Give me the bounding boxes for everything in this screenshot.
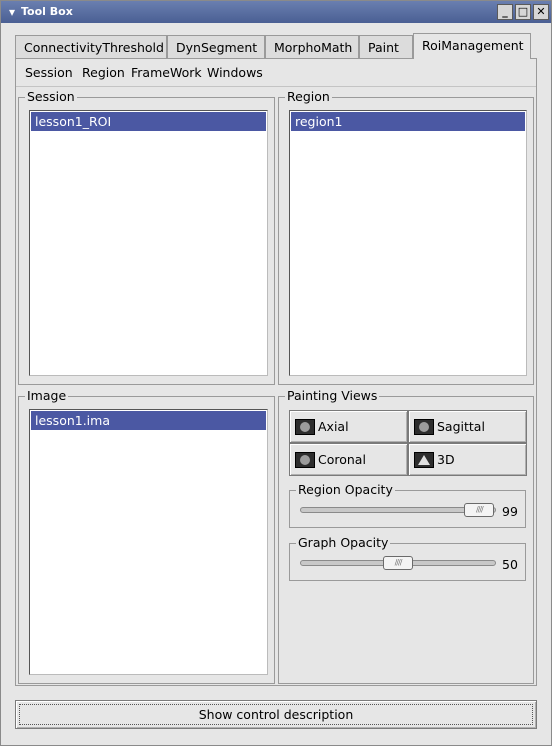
tab-connectivity-threshold[interactable]: ConnectivityThreshold bbox=[15, 35, 167, 59]
sagittal-view-label: Sagittal bbox=[437, 419, 485, 434]
toolbox-window: ▾ Tool Box _ □ ✕ ConnectivityThreshold D… bbox=[0, 0, 552, 746]
tab-roi-management[interactable]: RoiManagement bbox=[413, 33, 531, 59]
graph-opacity-group: Graph Opacity //// 50 bbox=[289, 535, 526, 581]
region-opacity-group: Region Opacity //// 99 bbox=[289, 482, 526, 528]
image-list[interactable]: lesson1.ima bbox=[29, 409, 268, 675]
axial-view-button[interactable]: Axial bbox=[289, 410, 408, 443]
menu-session[interactable]: Session bbox=[25, 65, 73, 80]
list-item[interactable]: lesson1_ROI bbox=[31, 112, 266, 131]
session-group-label: Session bbox=[25, 89, 77, 105]
coronal-view-label: Coronal bbox=[318, 452, 366, 467]
3d-view-icon bbox=[414, 452, 434, 468]
menu-framework[interactable]: FrameWork bbox=[131, 65, 202, 80]
region-opacity-value: 99 bbox=[502, 504, 518, 519]
3d-view-label: 3D bbox=[437, 452, 455, 467]
region-group-label: Region bbox=[285, 89, 332, 105]
graph-opacity-slider-handle[interactable]: //// bbox=[383, 556, 413, 570]
painting-views-label: Painting Views bbox=[285, 388, 380, 404]
sagittal-view-icon bbox=[414, 419, 434, 435]
graph-opacity-value: 50 bbox=[502, 557, 518, 572]
show-control-description-button[interactable]: Show control description bbox=[15, 700, 537, 729]
region-group: Region region1 bbox=[278, 89, 534, 385]
list-item[interactable]: lesson1.ima bbox=[31, 411, 266, 430]
session-list[interactable]: lesson1_ROI bbox=[29, 110, 268, 376]
axial-view-label: Axial bbox=[318, 419, 349, 434]
session-group: Session lesson1_ROI bbox=[18, 89, 275, 385]
menu-bar: Session Region FrameWork Windows bbox=[16, 59, 536, 87]
window-title: Tool Box bbox=[21, 5, 73, 18]
coronal-view-button[interactable]: Coronal bbox=[289, 443, 408, 476]
sagittal-view-button[interactable]: Sagittal bbox=[408, 410, 527, 443]
region-opacity-label: Region Opacity bbox=[296, 482, 395, 498]
menu-region[interactable]: Region bbox=[82, 65, 125, 80]
painting-views-group: Painting Views Axial Sagittal Coronal 3D… bbox=[278, 388, 534, 684]
list-item[interactable]: region1 bbox=[291, 112, 525, 131]
minimize-icon[interactable]: _ bbox=[497, 4, 513, 20]
image-group-label: Image bbox=[25, 388, 69, 404]
image-group: Image lesson1.ima bbox=[18, 388, 275, 684]
title-bar[interactable]: ▾ Tool Box _ □ ✕ bbox=[1, 1, 551, 23]
graph-opacity-label: Graph Opacity bbox=[296, 535, 391, 551]
tab-dyn-segment[interactable]: DynSegment bbox=[167, 35, 265, 59]
menu-windows[interactable]: Windows bbox=[207, 65, 263, 80]
close-icon[interactable]: ✕ bbox=[533, 4, 549, 20]
window-menu-icon[interactable]: ▾ bbox=[4, 4, 20, 20]
region-opacity-slider-handle[interactable]: //// bbox=[464, 503, 495, 517]
tab-paint[interactable]: Paint bbox=[359, 35, 413, 59]
roi-management-panel: Session Region FrameWork Windows Session… bbox=[15, 58, 537, 686]
maximize-icon[interactable]: □ bbox=[515, 4, 531, 20]
tab-morpho-math[interactable]: MorphoMath bbox=[265, 35, 359, 59]
3d-view-button[interactable]: 3D bbox=[408, 443, 527, 476]
coronal-view-icon bbox=[295, 452, 315, 468]
region-list[interactable]: region1 bbox=[289, 110, 527, 376]
axial-view-icon bbox=[295, 419, 315, 435]
